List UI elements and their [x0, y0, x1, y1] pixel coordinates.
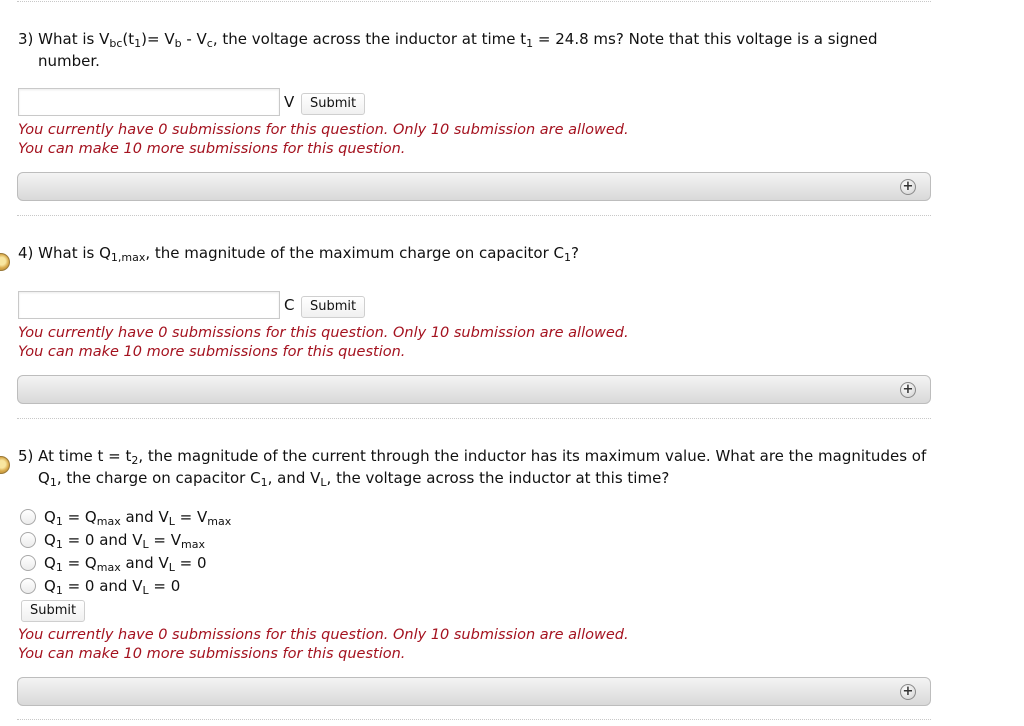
question-4-submit-button[interactable]: Submit	[301, 296, 366, 318]
question-4-info-line-2: You can make 10 more submissions for thi…	[18, 344, 406, 360]
separator-q4-q5	[17, 418, 931, 419]
plus-icon[interactable]: +	[900, 382, 916, 398]
bronze-badge-icon	[0, 253, 10, 271]
plus-icon[interactable]: +	[900, 179, 916, 195]
question-5-options: Q1 = Qmax and VL = Vmax Q1 = 0 and VL = …	[20, 506, 231, 598]
question-4-answer-input[interactable]	[18, 291, 280, 319]
radio-button[interactable]	[20, 555, 36, 571]
question-5-submission-info: You currently have 0 submissions for thi…	[18, 626, 918, 664]
separator-top	[17, 1, 931, 2]
question-4-text: 4) What is Q1,max, the magnitude of the …	[18, 244, 579, 264]
separator-bottom	[17, 719, 931, 720]
plus-icon[interactable]: +	[900, 684, 916, 700]
question-3-expand-bar[interactable]: +	[17, 172, 931, 201]
radio-button[interactable]	[20, 532, 36, 548]
question-5-expand-bar[interactable]: +	[17, 677, 931, 706]
question-4-info-line-1: You currently have 0 submissions for thi…	[18, 325, 629, 341]
question-3-submission-info: You currently have 0 submissions for thi…	[18, 121, 918, 159]
question-3-text: 3) What is Vbc(t1)= Vb - Vc, the voltage…	[18, 30, 878, 70]
question-5-option-2[interactable]: Q1 = 0 and VL = Vmax	[20, 529, 231, 552]
radio-button[interactable]	[20, 509, 36, 525]
question-3-info-line-1: You currently have 0 submissions for thi…	[18, 122, 629, 138]
question-5-option-4[interactable]: Q1 = 0 and VL = 0	[20, 575, 231, 598]
question-5-option-1[interactable]: Q1 = Qmax and VL = Vmax	[20, 506, 231, 529]
question-5-info-line-2: You can make 10 more submissions for thi…	[18, 646, 406, 662]
bronze-badge-icon	[0, 456, 10, 474]
question-3-answer-input[interactable]	[18, 88, 280, 116]
radio-button[interactable]	[20, 578, 36, 594]
question-3-unit: V	[284, 93, 295, 111]
question-4-unit: C	[284, 296, 295, 314]
question-5-text: 5) At time t = t2, the magnitude of the …	[18, 447, 927, 489]
question-4-submission-info: You currently have 0 submissions for thi…	[18, 324, 918, 362]
separator-q3-q4	[17, 215, 931, 216]
question-3-info-line-2: You can make 10 more submissions for thi…	[18, 141, 406, 157]
question-3-submit-button[interactable]: Submit	[301, 93, 366, 115]
question-5-option-3[interactable]: Q1 = Qmax and VL = 0	[20, 552, 231, 575]
question-5-submit-button[interactable]: Submit	[21, 600, 86, 622]
question-4-expand-bar[interactable]: +	[17, 375, 931, 404]
question-5-info-line-1: You currently have 0 submissions for thi…	[18, 627, 629, 643]
